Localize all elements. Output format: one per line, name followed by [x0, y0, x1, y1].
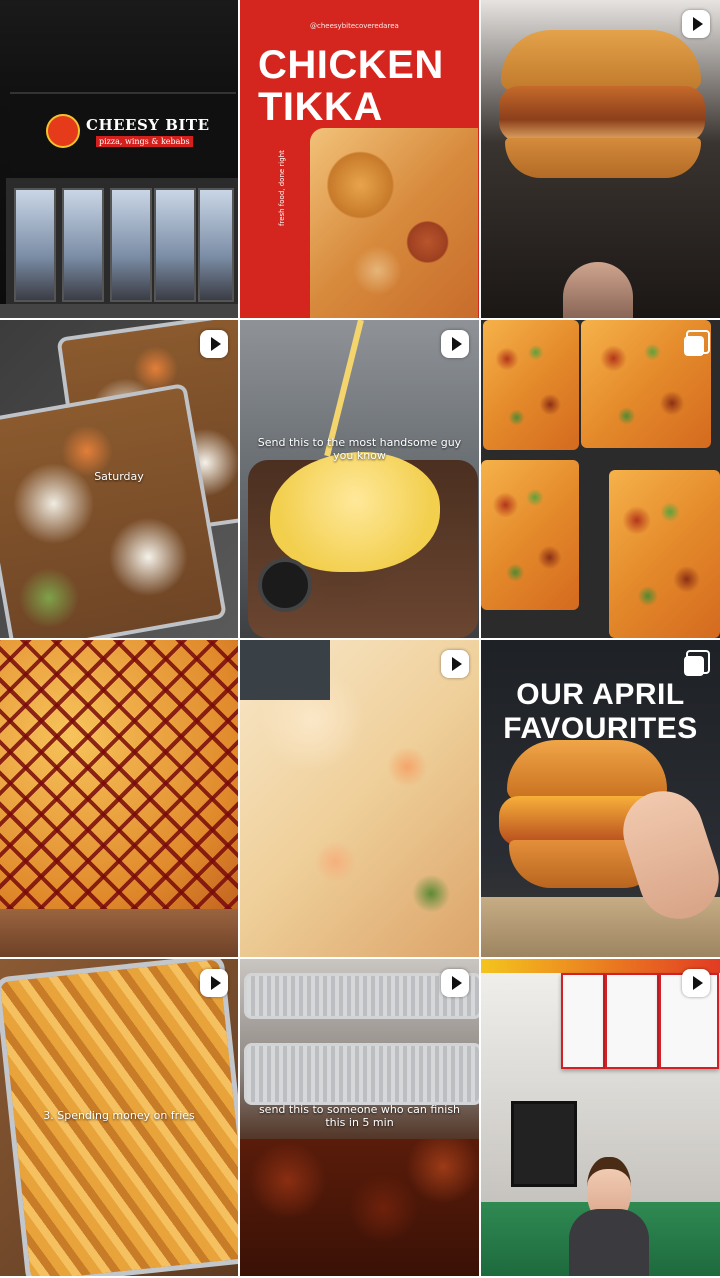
- reel-icon: [441, 330, 469, 358]
- burger-bun-top: [501, 30, 701, 90]
- reel-caption: 3. Spending money on fries: [43, 1109, 195, 1122]
- brand-logo: [46, 114, 80, 148]
- post-headline: OUR APRIL FAVOURITES: [481, 678, 720, 746]
- pizza-image: [310, 128, 478, 318]
- pizza-slice: [609, 470, 720, 638]
- storefront: [6, 178, 238, 308]
- reel-caption: send this to someone who can finish this…: [258, 1103, 461, 1129]
- post-tile-restaurant[interactable]: [481, 959, 720, 1276]
- post-tile-trays[interactable]: Saturday: [0, 320, 238, 638]
- post-tile-cheese-pizza[interactable]: [240, 640, 479, 957]
- post-tile-bbq-pizza[interactable]: [0, 640, 238, 957]
- reel-icon: [200, 330, 228, 358]
- post-tile-burger[interactable]: [481, 0, 720, 318]
- burger-filling: [499, 86, 705, 142]
- carousel-icon: [682, 330, 710, 358]
- display-screen: [511, 1101, 577, 1187]
- window: [14, 188, 56, 302]
- post-tile-sauce[interactable]: Send this to the most handsome guy you k…: [240, 320, 479, 638]
- post-grid: CHEESY BITE pizza, wings & kebabs @chees…: [0, 0, 720, 1278]
- reel-icon: [682, 10, 710, 38]
- window: [62, 188, 104, 302]
- brand-tagline: pizza, wings & kebabs: [96, 136, 193, 147]
- pizza-slice: [483, 320, 579, 450]
- wings-image: [240, 1139, 479, 1276]
- store-sign: CHEESY BITE pizza, wings & kebabs: [10, 92, 236, 172]
- reel-icon: [682, 969, 710, 997]
- reel-caption: Saturday: [94, 470, 144, 483]
- reel-icon: [441, 650, 469, 678]
- foil-tray: [244, 1043, 479, 1105]
- post-tile-storefront[interactable]: CHEESY BITE pizza, wings & kebabs: [0, 0, 238, 318]
- reel-icon: [200, 969, 228, 997]
- background: [240, 640, 330, 700]
- post-tile-fries[interactable]: 3. Spending money on fries: [0, 959, 238, 1276]
- headline-line2: TIKKA: [258, 85, 383, 129]
- person-face: [563, 262, 633, 318]
- headline-line1: OUR APRIL: [516, 678, 685, 711]
- menu-board: [561, 973, 605, 1069]
- pizza-slice: [481, 460, 579, 610]
- window: [154, 188, 196, 302]
- menu-board: [605, 973, 659, 1069]
- window: [198, 188, 234, 302]
- reel-icon: [441, 969, 469, 997]
- post-tile-april-favourites[interactable]: OUR APRIL FAVOURITES: [481, 640, 720, 957]
- carousel-icon: [682, 650, 710, 678]
- headline-line1: CHICKEN: [258, 43, 444, 87]
- post-tile-pizza-squares[interactable]: [481, 320, 720, 638]
- door: [110, 188, 152, 302]
- table: [0, 909, 238, 957]
- reel-caption: Send this to the most handsome guy you k…: [257, 436, 462, 462]
- grinder: [258, 558, 312, 612]
- side-text: fresh food, done right: [278, 150, 286, 226]
- post-tile-chicken-tikka[interactable]: @cheesybitecoveredarea CHICKEN TIKKA fre…: [240, 0, 479, 318]
- brand-name: CHEESY BITE: [86, 116, 210, 134]
- person: [569, 1157, 649, 1276]
- burger-bun-bottom: [505, 138, 701, 178]
- sidewalk: [0, 304, 238, 318]
- post-tile-wings[interactable]: send this to someone who can finish this…: [240, 959, 479, 1276]
- account-handle: @cheesybitecoveredarea: [310, 22, 399, 30]
- post-headline: CHICKEN TIKKA: [258, 44, 444, 128]
